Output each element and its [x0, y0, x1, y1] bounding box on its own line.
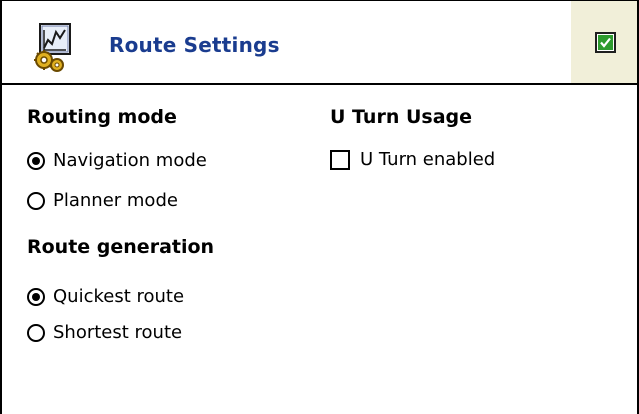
quickest-route-label: Quickest route [53, 286, 185, 307]
routing-mode-heading: Routing mode [27, 106, 177, 128]
u-turn-usage-heading: U Turn Usage [330, 106, 472, 128]
shortest-route-radio[interactable] [27, 324, 45, 342]
route-settings-icon [32, 22, 82, 72]
navigation-mode-radio[interactable] [27, 152, 45, 170]
planner-mode-label: Planner mode [53, 190, 178, 211]
u-turn-enabled-checkbox[interactable] [330, 150, 350, 170]
title-bar: Route Settings [2, 1, 637, 83]
shortest-route-label: Shortest route [53, 322, 183, 343]
navigation-mode-label: Navigation mode [53, 150, 207, 171]
ok-button[interactable] [571, 1, 637, 83]
u-turn-enabled-label: U Turn enabled [360, 149, 496, 170]
planner-mode-radio[interactable] [27, 192, 45, 210]
checkbox-ok-icon[interactable] [595, 32, 616, 53]
route-generation-heading: Route generation [27, 236, 215, 258]
quickest-route-radio[interactable] [27, 288, 45, 306]
page-title: Route Settings [109, 33, 280, 57]
title-divider [2, 83, 637, 85]
